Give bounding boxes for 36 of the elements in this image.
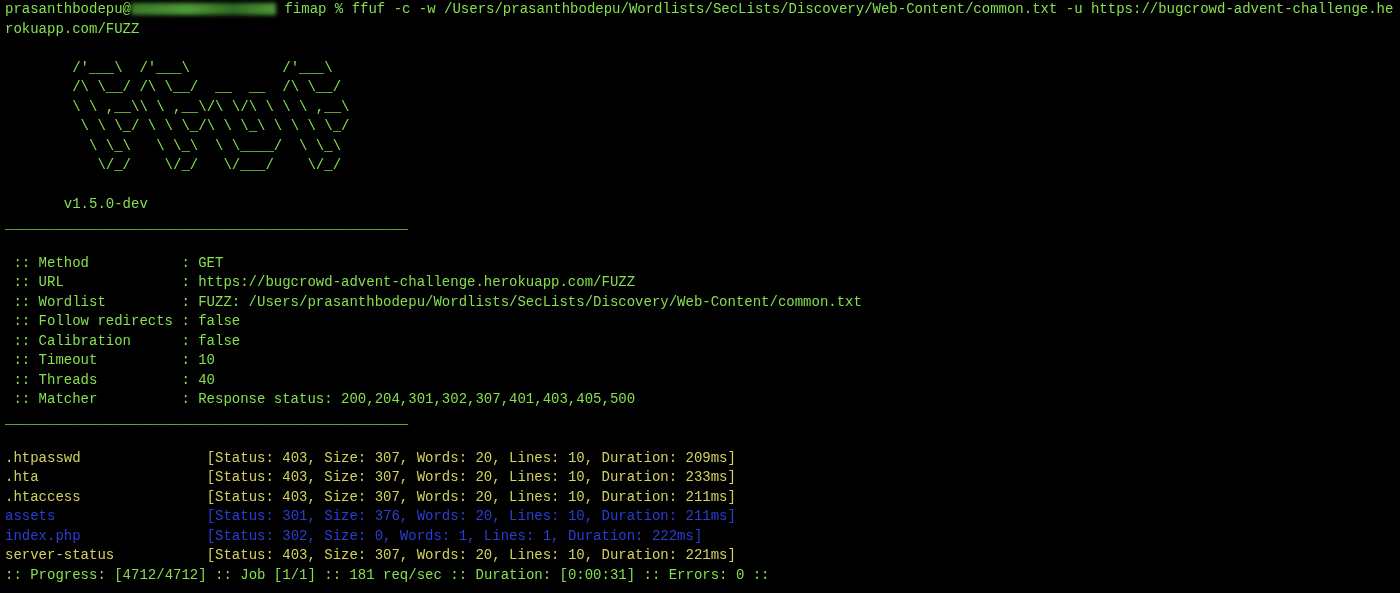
- separator-line: ________________________________________________: [5, 215, 409, 232]
- result-details: [Status: 302, Size: 0, Words: 1, Lines: 1, Duration: 222ms]: [206, 527, 703, 544]
- config-label: :: Wordlist: [13, 292, 107, 312]
- config-label: :: URL: [13, 273, 65, 292]
- config-label: :: Timeout: [13, 351, 99, 370]
- prompt-user: prasanthbodepu@: [5, 1, 132, 17]
- result-path: server-status: [5, 546, 116, 565]
- config-value: : FUZZ: /Users/prasanthbodepu/Wordlists/SecLists/Discovery/Web-Content/common.txt: [181, 293, 862, 310]
- config-value: : Response status: 200,204,301,302,307,401,403,405,500: [181, 391, 636, 407]
- version-text: v1.5.0-dev: [63, 196, 148, 212]
- result-details: [Status: 403, Size: 307, Words: 20, Lines: 10, Duration: 221ms]: [206, 547, 736, 563]
- result-path: index.php: [5, 526, 82, 546]
- result-path: .htpasswd: [5, 448, 82, 468]
- progress-text: :: Progress: [4712/4712] :: Job [1/1] :: 181 req/sec :: Duration: [0:00:31] :: Errors: 0 ::: [5, 566, 770, 583]
- result-path: .htaccess: [5, 487, 82, 507]
- result-details: [Status: 403, Size: 307, Words: 20, Lines: 10, Duration: 209ms]: [206, 449, 736, 466]
- result-details: [Status: 403, Size: 307, Words: 20, Lines: 10, Duration: 211ms]: [206, 488, 736, 505]
- config-label: :: Threads: [13, 370, 99, 390]
- command-text: rokuapp.com/FUZZ: [5, 20, 140, 37]
- config-label: :: Method: [13, 253, 90, 273]
- result-details: [Status: 301, Size: 376, Words: 20, Lines: 10, Duration: 211ms]: [206, 508, 736, 524]
- banner-text: /'___\ /'___\ /'___\ /\ \__/ /\ \__/ __ __ /\ \__/ \ \ ,__\\ \ ,__\/\ \/\ \ \ \ ,__\ \ \ \_/ \ \ \_/\ \ \_\ \ \ \ \_/ \ \_\ \ \_\ \ \____/ \ \_\ \/_/ \/_/ \/___/ \/_/: [71, 58, 351, 175]
- result-details: [Status: 403, Size: 307, Words: 20, Lines: 10, Duration: 233ms]: [206, 469, 736, 485]
- config-value: : false: [181, 313, 241, 329]
- command-text: fimap % ffuf -c -w /Users/prasanthbodepu/Wordlists/SecLists/Discovery/Web-Content/common.txt -u https://bugcrowd-advent-challenge.he: [284, 1, 1394, 17]
- config-value: : false: [181, 332, 241, 349]
- config-value: : GET: [181, 254, 224, 271]
- config-value: : https://bugcrowd-advent-challenge.herokuapp.com/FUZZ: [181, 274, 636, 290]
- result-path: assets: [5, 507, 57, 526]
- separator-line: ________________________________________________: [5, 410, 409, 427]
- config-value: : 40: [181, 371, 215, 388]
- config-value: : 10: [181, 352, 215, 368]
- config-label: :: Matcher: [13, 390, 99, 409]
- result-path: .hta: [5, 468, 40, 487]
- config-label: :: Follow redirects: [13, 312, 175, 331]
- config-label: :: Calibration: [13, 331, 132, 351]
